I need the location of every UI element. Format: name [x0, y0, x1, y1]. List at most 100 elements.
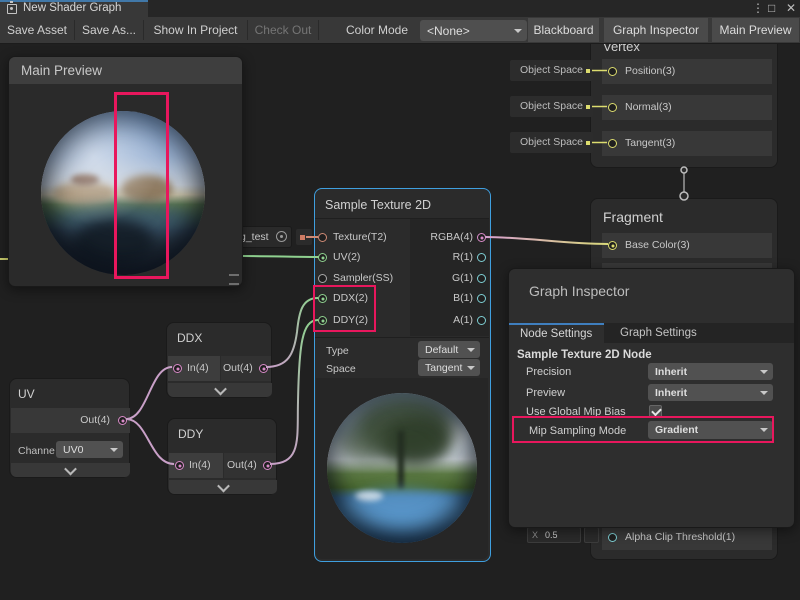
toolbar: Save Asset Save As... Show In Project Ch…	[0, 17, 800, 44]
sample-texture-2d-node[interactable]: Sample Texture 2D Texture(T2) UV(2) Samp…	[314, 188, 491, 562]
r-output-port[interactable]	[477, 253, 486, 262]
inspector-section-title: Sample Texture 2D Node	[517, 349, 652, 361]
ddy-in-label: In(4)	[189, 459, 211, 471]
wire-ddx-to-sample[interactable]	[266, 298, 318, 367]
ddx-out-label: Out(4)	[223, 362, 253, 374]
sampler-input-label: Sampler(SS)	[333, 272, 393, 284]
uv-channel-label: Channe	[18, 445, 55, 457]
more-menu-icon[interactable]: ⋮	[752, 1, 764, 16]
close-icon[interactable]: ✕	[786, 1, 796, 16]
show-in-project-button[interactable]: Show In Project	[144, 17, 247, 43]
ddy-input-label: DDY(2)	[333, 314, 368, 326]
preview-toggle-dot-icon	[280, 235, 283, 238]
graph-inspector-toggle[interactable]: Graph Inspector	[604, 18, 708, 42]
graph-inspector-title: Graph Inspector	[529, 283, 629, 299]
base-color-port-label: Base Color(3)	[625, 239, 690, 251]
property-output-port-box[interactable]	[296, 229, 312, 245]
b-output-port[interactable]	[477, 294, 486, 303]
panel-resize-grip[interactable]	[229, 274, 239, 285]
save-as-button[interactable]: Save As...	[75, 17, 143, 43]
uv-out-label: Out(4)	[50, 414, 110, 426]
a-output-label: A(1)	[411, 314, 473, 326]
a-output-port[interactable]	[477, 316, 486, 325]
tangent-port[interactable]	[608, 139, 617, 148]
object-space-label: Object Space	[520, 136, 583, 148]
normal-port[interactable]	[608, 103, 617, 112]
tab-node-settings[interactable]: Node Settings	[509, 323, 604, 343]
mip-mode-label: Mip Sampling Mode	[529, 425, 626, 437]
ddx-input-port[interactable]	[318, 294, 327, 303]
position-port-label: Position(3)	[625, 65, 675, 77]
ddy-collapse-strip[interactable]	[169, 480, 277, 494]
uv-input-port[interactable]	[318, 253, 327, 262]
pill-port-dot-icon	[586, 141, 590, 145]
shader-graph-tab[interactable]: New Shader Graph	[0, 0, 148, 17]
main-preview-header[interactable]: Main Preview	[9, 57, 242, 84]
sample-texture-node-title: Sample Texture 2D	[325, 198, 431, 212]
preview-dropdown[interactable]: Inherit	[648, 384, 773, 401]
uv-channel-value: UV0	[63, 444, 83, 456]
wire-uv-input[interactable]	[243, 256, 319, 257]
mip-bias-checkbox[interactable]	[649, 405, 662, 418]
dropdown-arrow-icon	[760, 370, 768, 374]
position-port[interactable]	[608, 67, 617, 76]
object-space-pill[interactable]: Object Space	[510, 96, 593, 117]
alpha-clip-extra-box	[584, 527, 599, 543]
node-preview-area	[316, 378, 488, 559]
axis-label: X	[532, 528, 538, 543]
ddx-in-port[interactable]	[173, 364, 182, 373]
wire-ddy-to-sample[interactable]	[270, 320, 318, 464]
color-mode-dropdown[interactable]: <None>	[420, 20, 527, 41]
check-out-button[interactable]: Check Out	[248, 17, 318, 43]
uv-out-port[interactable]	[118, 416, 127, 425]
tab-graph-settings[interactable]: Graph Settings	[604, 323, 714, 343]
main-preview-panel: Main Preview	[8, 56, 243, 287]
alpha-clip-default-field[interactable]: X 0.5	[527, 527, 581, 543]
controls-divider	[315, 337, 489, 338]
texture-input-port[interactable]	[318, 233, 327, 242]
main-preview-toggle[interactable]: Main Preview	[712, 18, 799, 42]
dropdown-arrow-icon	[514, 29, 522, 33]
precision-dropdown[interactable]: Inherit	[648, 363, 773, 380]
tab-graph-settings-label: Graph Settings	[620, 327, 697, 339]
normal-port-label: Normal(3)	[625, 101, 672, 113]
pill-port-dot-icon	[586, 69, 590, 73]
object-space-pill[interactable]: Object Space	[510, 60, 593, 81]
ddx-collapse-strip[interactable]	[168, 383, 272, 397]
uv-node-title: UV	[18, 387, 35, 401]
chevron-down-icon	[64, 462, 77, 475]
object-space-label: Object Space	[520, 64, 583, 76]
object-space-pill[interactable]: Object Space	[510, 132, 593, 153]
ddy-node-title: DDY	[178, 427, 203, 441]
object-space-label: Object Space	[520, 100, 583, 112]
rgba-output-label: RGBA(4)	[411, 231, 473, 243]
ddx-out-port[interactable]	[259, 364, 268, 373]
save-asset-button[interactable]: Save Asset	[0, 17, 74, 43]
dropdown-arrow-icon	[467, 366, 475, 370]
ddy-in-port[interactable]	[175, 461, 184, 470]
ddy-out-port[interactable]	[263, 461, 272, 470]
type-dropdown[interactable]: Default	[418, 341, 480, 358]
vertex-node[interactable]: Vertex Position(3) Normal(3) Tangent(3)	[590, 26, 778, 168]
texture-property-port-dot	[300, 235, 305, 240]
mip-mode-dropdown[interactable]: Gradient	[648, 421, 773, 439]
g-output-port[interactable]	[477, 274, 486, 283]
g-output-label: G(1)	[411, 272, 473, 284]
base-color-port[interactable]	[608, 241, 617, 250]
uv-input-label: UV(2)	[333, 251, 360, 263]
chevron-down-icon	[217, 479, 230, 492]
rgba-output-port[interactable]	[477, 233, 486, 242]
blackboard-toggle[interactable]: Blackboard	[528, 18, 599, 42]
uv-channel-dropdown[interactable]: UV0	[56, 441, 123, 458]
space-dropdown[interactable]: Tangent	[418, 359, 480, 376]
ddy-node[interactable]: DDY In(4) Out(4)	[167, 418, 277, 495]
ddx-node[interactable]: DDX In(4) Out(4)	[166, 322, 272, 398]
ddy-input-port[interactable]	[318, 316, 327, 325]
ddx-node-title: DDX	[177, 331, 202, 345]
uv-collapse-strip[interactable]	[11, 463, 130, 477]
color-mode-value: <None>	[427, 24, 470, 38]
uv-node[interactable]: UV Out(4) Channe UV0	[9, 378, 130, 478]
maximize-icon[interactable]: □	[768, 1, 775, 16]
sampler-input-port[interactable]	[318, 274, 327, 283]
alpha-clip-port[interactable]	[608, 533, 617, 542]
